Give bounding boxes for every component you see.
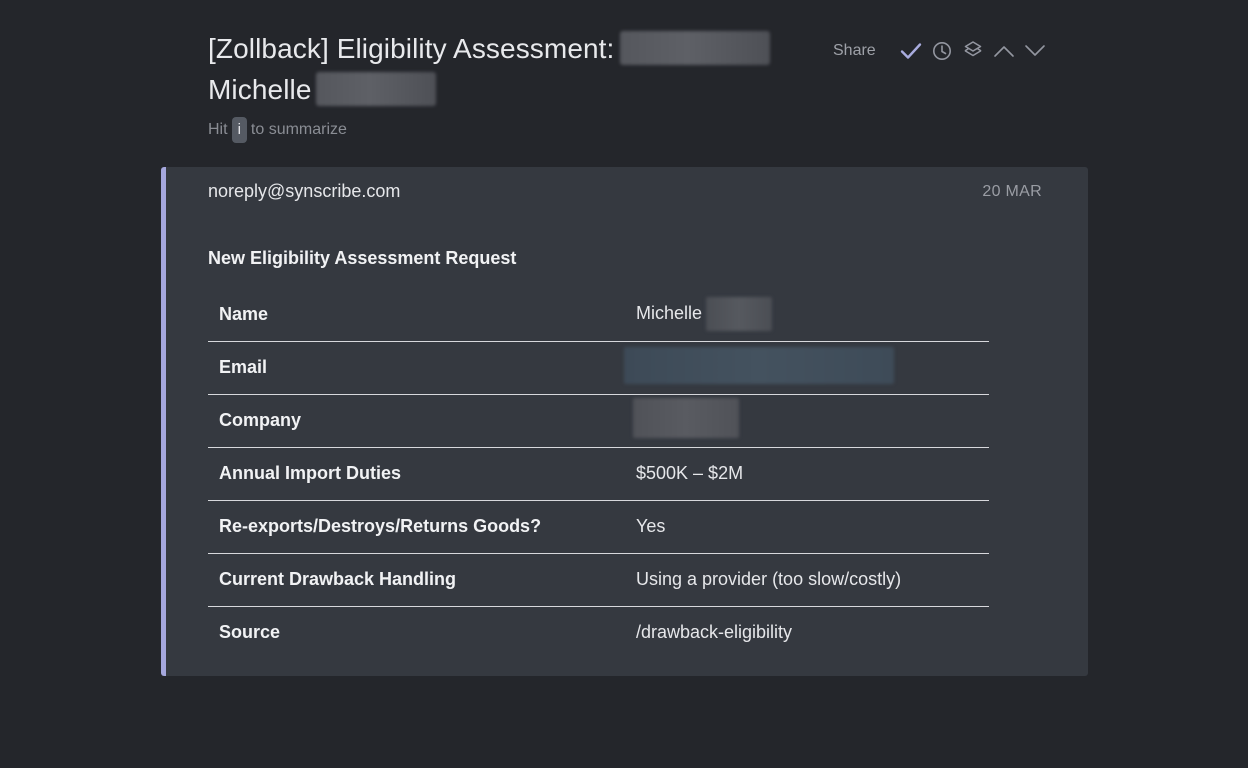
table-row: Company xyxy=(208,394,989,447)
summarize-shortcut-key[interactable]: i xyxy=(231,117,247,143)
chevron-up-icon[interactable] xyxy=(991,38,1017,64)
redacted-block xyxy=(620,30,771,65)
row-value: Yes xyxy=(636,516,666,536)
table-row: Source /drawback-eligibility xyxy=(208,606,989,659)
email-body-heading: New Eligibility Assessment Request xyxy=(208,248,517,268)
row-label: Source xyxy=(219,622,281,643)
table-row: Re-exports/Destroys/Returns Goods? Yes xyxy=(208,500,989,553)
row-label: Annual Import Duties xyxy=(219,463,402,483)
email-toolbar: Share xyxy=(833,36,1053,66)
row-value: /drawback-eligibility xyxy=(636,622,793,643)
table-row: Current Drawback Handling Using a provid… xyxy=(208,553,989,606)
email-view: [Zollback] Eligibility Assessment: Miche… xyxy=(0,0,1248,768)
subject-name: Michelle xyxy=(208,74,312,105)
row-label: Company xyxy=(219,410,302,430)
assessment-table: Name Michelle Email Company Annual Impor… xyxy=(208,288,989,659)
subject-text: [Zollback] Eligibility Assessment: xyxy=(208,33,615,64)
row-label: Re-exports/Destroys/Returns Goods? xyxy=(219,516,542,536)
redacted-block xyxy=(624,346,894,384)
row-label: Current Drawback Handling xyxy=(219,569,457,589)
row-value: Using a provider (too slow/costly) xyxy=(636,569,902,589)
summarize-hint: Hit i to summarize xyxy=(208,117,347,143)
chevron-down-icon[interactable] xyxy=(1022,38,1048,64)
row-value xyxy=(633,394,989,447)
check-icon[interactable] xyxy=(898,38,924,64)
row-value xyxy=(624,341,989,394)
name-value: Michelle xyxy=(636,303,703,323)
table-row: Email xyxy=(208,341,989,394)
hint-prefix: Hit xyxy=(208,121,228,138)
hint-suffix: to summarize xyxy=(250,121,347,138)
share-button[interactable]: Share xyxy=(833,42,876,60)
message-date: 20 MAR xyxy=(982,183,1042,200)
sender-address[interactable]: noreply@synscribe.com xyxy=(208,181,400,202)
clock-icon[interactable] xyxy=(929,38,955,64)
row-label: Name xyxy=(219,303,269,324)
table-row: Annual Import Duties $500K – $2M xyxy=(208,447,989,500)
email-message-card: noreply@synscribe.com 20 MAR New Eligibi… xyxy=(161,167,1088,676)
row-label: Email xyxy=(219,357,268,377)
layers-icon[interactable] xyxy=(960,38,986,64)
redacted-block xyxy=(633,398,739,438)
table-row: Name Michelle xyxy=(208,288,989,341)
row-value: $500K – $2M xyxy=(636,463,744,483)
redacted-block xyxy=(706,297,773,332)
row-value: Michelle xyxy=(636,288,989,341)
redacted-block xyxy=(315,71,436,106)
email-subject: [Zollback] Eligibility Assessment: Miche… xyxy=(208,28,808,110)
